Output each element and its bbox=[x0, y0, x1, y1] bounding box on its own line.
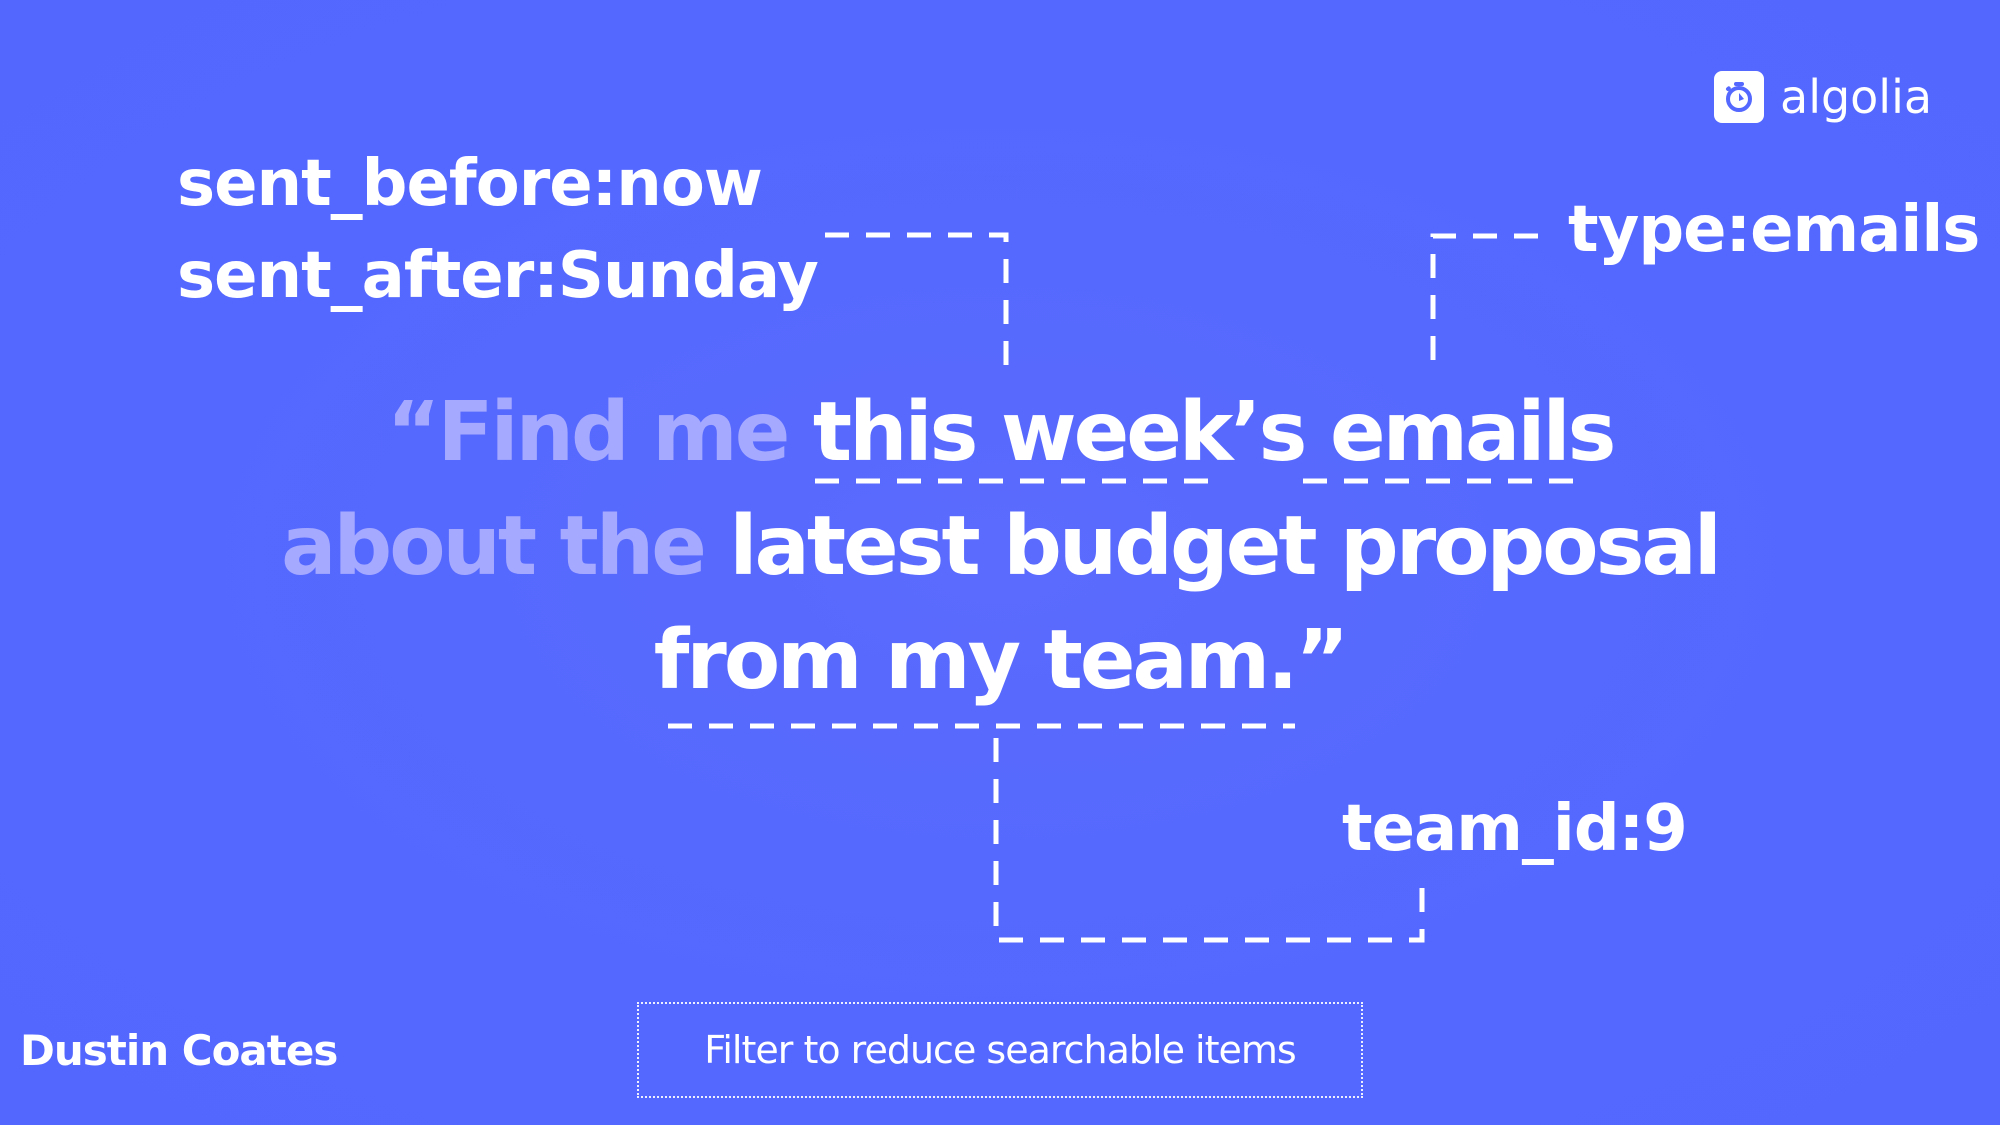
filter-team-id: team_id:9 bbox=[1342, 792, 1688, 866]
quote-line-1: “Find me this week’s emails bbox=[0, 392, 2000, 474]
quote-line-2: about the latest budget proposal bbox=[0, 506, 2000, 588]
filter-sent-before: sent_before:now bbox=[177, 147, 763, 221]
brand-name: algolia bbox=[1780, 70, 1933, 124]
quote-highlight-emails: emails bbox=[1329, 385, 1616, 480]
quote-highlight-this-weeks: this week’s bbox=[812, 385, 1308, 480]
quote-highlight-from-my-team: from my team. bbox=[653, 613, 1299, 708]
quote-dim-text: Find me bbox=[437, 385, 791, 480]
quote-highlight-budget-proposal: latest budget proposal bbox=[729, 499, 1721, 594]
open-quote-mark: “ bbox=[386, 385, 441, 480]
close-quote-mark: ” bbox=[1295, 613, 1349, 708]
filter-sent-after: sent_after:Sunday bbox=[177, 239, 819, 313]
stopwatch-icon bbox=[1714, 71, 1764, 123]
connector-date-filter bbox=[825, 232, 1009, 372]
caption-box: Filter to reduce searchable items bbox=[637, 1002, 1363, 1098]
algolia-logo: algolia bbox=[1714, 70, 1932, 124]
filter-type: type:emails bbox=[1568, 193, 1980, 267]
quote-line-3: from my team.” bbox=[0, 620, 2000, 702]
connector-type-filter bbox=[1430, 233, 1538, 370]
caption-text: Filter to reduce searchable items bbox=[704, 1028, 1296, 1072]
author-name: Dustin Coates bbox=[20, 1026, 338, 1075]
quote-dim-text: about the bbox=[281, 499, 707, 594]
